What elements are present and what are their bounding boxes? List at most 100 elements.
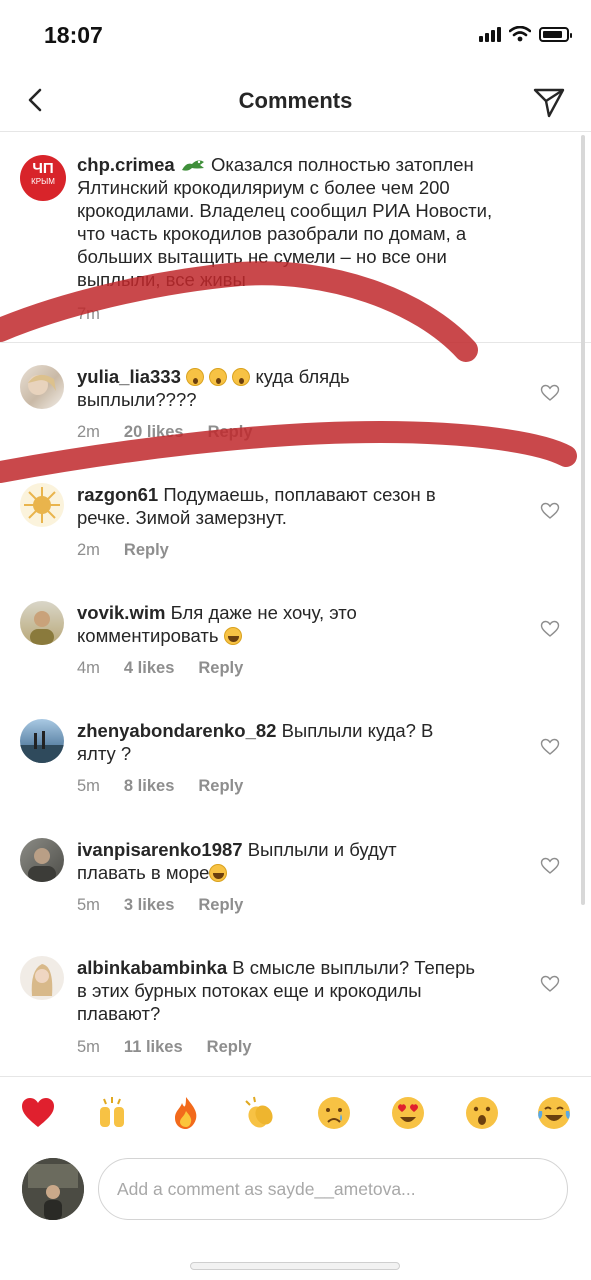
fire-icon[interactable] — [168, 1095, 204, 1131]
avatar-photo — [28, 848, 56, 882]
red-heart-icon[interactable] — [20, 1095, 56, 1131]
reply-button[interactable]: Reply — [207, 1038, 252, 1057]
avatar[interactable] — [20, 365, 64, 409]
comment-time: 2m — [77, 541, 100, 559]
scrollbar[interactable] — [581, 135, 585, 905]
likes-count[interactable]: 3 likes — [124, 896, 174, 915]
astonished-face-icon[interactable] — [464, 1095, 500, 1131]
quick-reactions-bar — [0, 1076, 591, 1148]
comment-time: 5m — [77, 1038, 100, 1056]
avatar-photo — [20, 731, 64, 763]
avatar[interactable] — [20, 483, 64, 527]
caption-line: что часть крокодилов разобрали по домам,… — [77, 223, 467, 244]
astonished-face-icon — [209, 368, 228, 386]
heart-icon[interactable] — [540, 857, 560, 875]
heart-icon[interactable] — [540, 975, 560, 993]
heart-icon[interactable] — [540, 620, 560, 638]
paper-plane-icon — [533, 88, 565, 118]
avatar[interactable] — [22, 1158, 84, 1220]
comment-body-line: комментировать — [77, 625, 219, 646]
comment-body: Выплыли куда? В — [281, 720, 434, 741]
caption-line: Оказался полностью затоплен — [210, 154, 474, 175]
comment-time: 5m — [77, 777, 100, 795]
battery-fill — [543, 31, 562, 38]
comment-body-line: выплыли???? — [77, 389, 197, 410]
heart-eyes-face-icon[interactable] — [390, 1095, 426, 1131]
comment-meta: 5m 3 likes Reply — [77, 896, 267, 915]
status-bar: 18:07 — [0, 0, 591, 70]
astonished-face-icon — [232, 368, 251, 386]
reply-button[interactable]: Reply — [198, 659, 243, 678]
comment-username[interactable]: vovik.wim — [77, 602, 165, 623]
comment-body: куда блядь — [250, 366, 350, 387]
caption-line: выплыли, все живы — [77, 269, 246, 290]
comment-meta: 4m 4 likes Reply — [77, 659, 267, 678]
comment-text: yulia_lia333 куда блядь выплыли???? — [77, 365, 532, 411]
tears-of-joy-icon — [223, 627, 242, 645]
reply-button[interactable]: Reply — [198, 896, 243, 915]
avatar[interactable]: ЧП КРЫМ — [20, 155, 66, 201]
comment-username[interactable]: zhenyabondarenko_82 — [77, 720, 276, 741]
avatar[interactable] — [20, 719, 64, 763]
comment-body-line: ялту ? — [77, 743, 132, 764]
page-title: Comments — [238, 88, 353, 113]
comment-meta: 2m 20 likes Reply — [77, 423, 277, 442]
clapping-hands-icon[interactable] — [242, 1095, 278, 1131]
comment-text: ivanpisarenko1987 Выплыли и будут плават… — [77, 838, 532, 884]
post-caption: ЧП КРЫМ chp.crimea Оказался полностью за… — [0, 133, 591, 343]
comment-input[interactable] — [98, 1158, 568, 1220]
direct-share-button[interactable] — [529, 82, 569, 122]
caption-username[interactable]: chp.crimea — [77, 154, 175, 175]
reply-button[interactable]: Reply — [208, 423, 253, 442]
heart-icon[interactable] — [540, 502, 560, 520]
status-time: 18:07 — [44, 22, 103, 48]
reply-button[interactable]: Reply — [124, 541, 169, 560]
comment-meta: 5m 8 likes Reply — [77, 777, 267, 796]
reply-button[interactable]: Reply — [198, 777, 243, 796]
caption-line: больших вытащить не сумели – но все они — [77, 246, 447, 267]
avatar-photo — [24, 487, 60, 523]
comment-meta: 2m Reply — [77, 541, 193, 560]
heart-icon[interactable] — [540, 738, 560, 756]
tears-of-joy-face-icon[interactable] — [536, 1095, 572, 1131]
comment-username[interactable]: albinkabambinka — [77, 957, 227, 978]
avatar-photo — [31, 964, 53, 996]
likes-count[interactable]: 11 likes — [124, 1038, 183, 1057]
header: Comments — [0, 70, 591, 132]
caption-time: 7m — [77, 305, 100, 323]
comment-username[interactable]: yulia_lia333 — [77, 366, 181, 387]
comment-time: 4m — [77, 659, 100, 677]
likes-count[interactable]: 8 likes — [124, 777, 174, 796]
comment-body: В смысле выплыли? Теперь — [232, 957, 476, 978]
comment-time: 2m — [77, 423, 100, 441]
caption-line: крокодилами. Владелец сообщил РИА Новост… — [77, 200, 493, 221]
crying-face-icon[interactable] — [316, 1095, 352, 1131]
caption-line: Ялтинский крокодиляриум с более чем 200 — [77, 177, 450, 198]
astonished-face-icon — [186, 368, 205, 386]
avatar[interactable] — [20, 601, 64, 645]
avatar[interactable] — [20, 956, 64, 1000]
comment-body: Выплыли и будут — [247, 839, 397, 860]
tears-of-joy-icon — [209, 864, 228, 882]
comment-meta: 5m 11 likes Reply — [77, 1038, 276, 1057]
comment-text: zhenyabondarenko_82 Выплыли куда? В ялту… — [77, 719, 532, 765]
likes-count[interactable]: 20 likes — [124, 423, 184, 442]
comment-composer — [0, 1150, 591, 1240]
likes-count[interactable]: 4 likes — [124, 659, 174, 678]
cellular-signal-icon — [479, 26, 501, 42]
comment-body-line: в этих бурных потоках еще и крокодилы — [77, 980, 422, 1001]
home-indicator[interactable] — [190, 1262, 400, 1270]
comment-text: vovik.wim Бля даже не хочу, это комменти… — [77, 601, 532, 647]
avatar-logo-text: ЧП — [32, 160, 54, 177]
wifi-icon — [509, 26, 531, 42]
avatar-photo — [22, 1158, 84, 1220]
heart-icon[interactable] — [540, 384, 560, 402]
comment-username[interactable]: ivanpisarenko1987 — [77, 839, 243, 860]
avatar[interactable] — [20, 838, 64, 882]
avatar-photo — [30, 611, 54, 645]
comment-username[interactable]: razgon61 — [77, 484, 158, 505]
comment-body-line: плавают? — [77, 1003, 161, 1024]
battery-icon — [539, 27, 572, 42]
comment-time: 5m — [77, 896, 100, 914]
raising-hands-icon[interactable] — [94, 1095, 130, 1131]
